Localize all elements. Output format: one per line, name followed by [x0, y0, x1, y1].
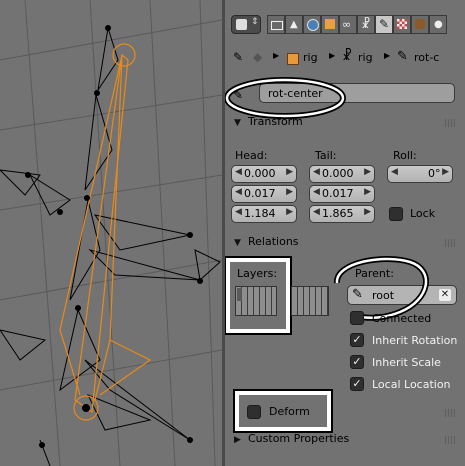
deform-checkbox[interactable] — [247, 405, 261, 419]
drag-grip-icon[interactable] — [445, 409, 457, 417]
inherit-scale-checkbox[interactable]: ✓ — [350, 355, 364, 369]
3d-viewport[interactable] — [0, 0, 222, 466]
inherit-rotation-label: Inherit Rotation — [372, 334, 458, 347]
local-location-label: Local Location — [372, 378, 451, 391]
inherit-rotation-checkbox[interactable]: ✓ — [350, 333, 364, 347]
local-location-checkbox[interactable]: ✓ — [350, 377, 364, 391]
collapse-triangle-icon: ▶ — [234, 435, 241, 445]
deform-label: Deform — [269, 405, 310, 418]
properties-panel: ⇕ ▲ ∞ ☧ ✎ ● ✎ ◆ ▶ rig ▶ ☧ rig ▶ ✎ rot-c … — [225, 0, 465, 466]
inherit-scale-label: Inherit Scale — [372, 356, 441, 369]
connected-label: Connected — [372, 312, 432, 325]
armature-wireframe — [0, 0, 222, 466]
connected-checkbox[interactable] — [350, 311, 364, 325]
drag-grip-icon[interactable] — [445, 436, 457, 444]
custom-properties-title: Custom Properties — [248, 432, 350, 445]
custom-properties-panel-header[interactable]: ▶ Custom Properties — [225, 428, 465, 450]
